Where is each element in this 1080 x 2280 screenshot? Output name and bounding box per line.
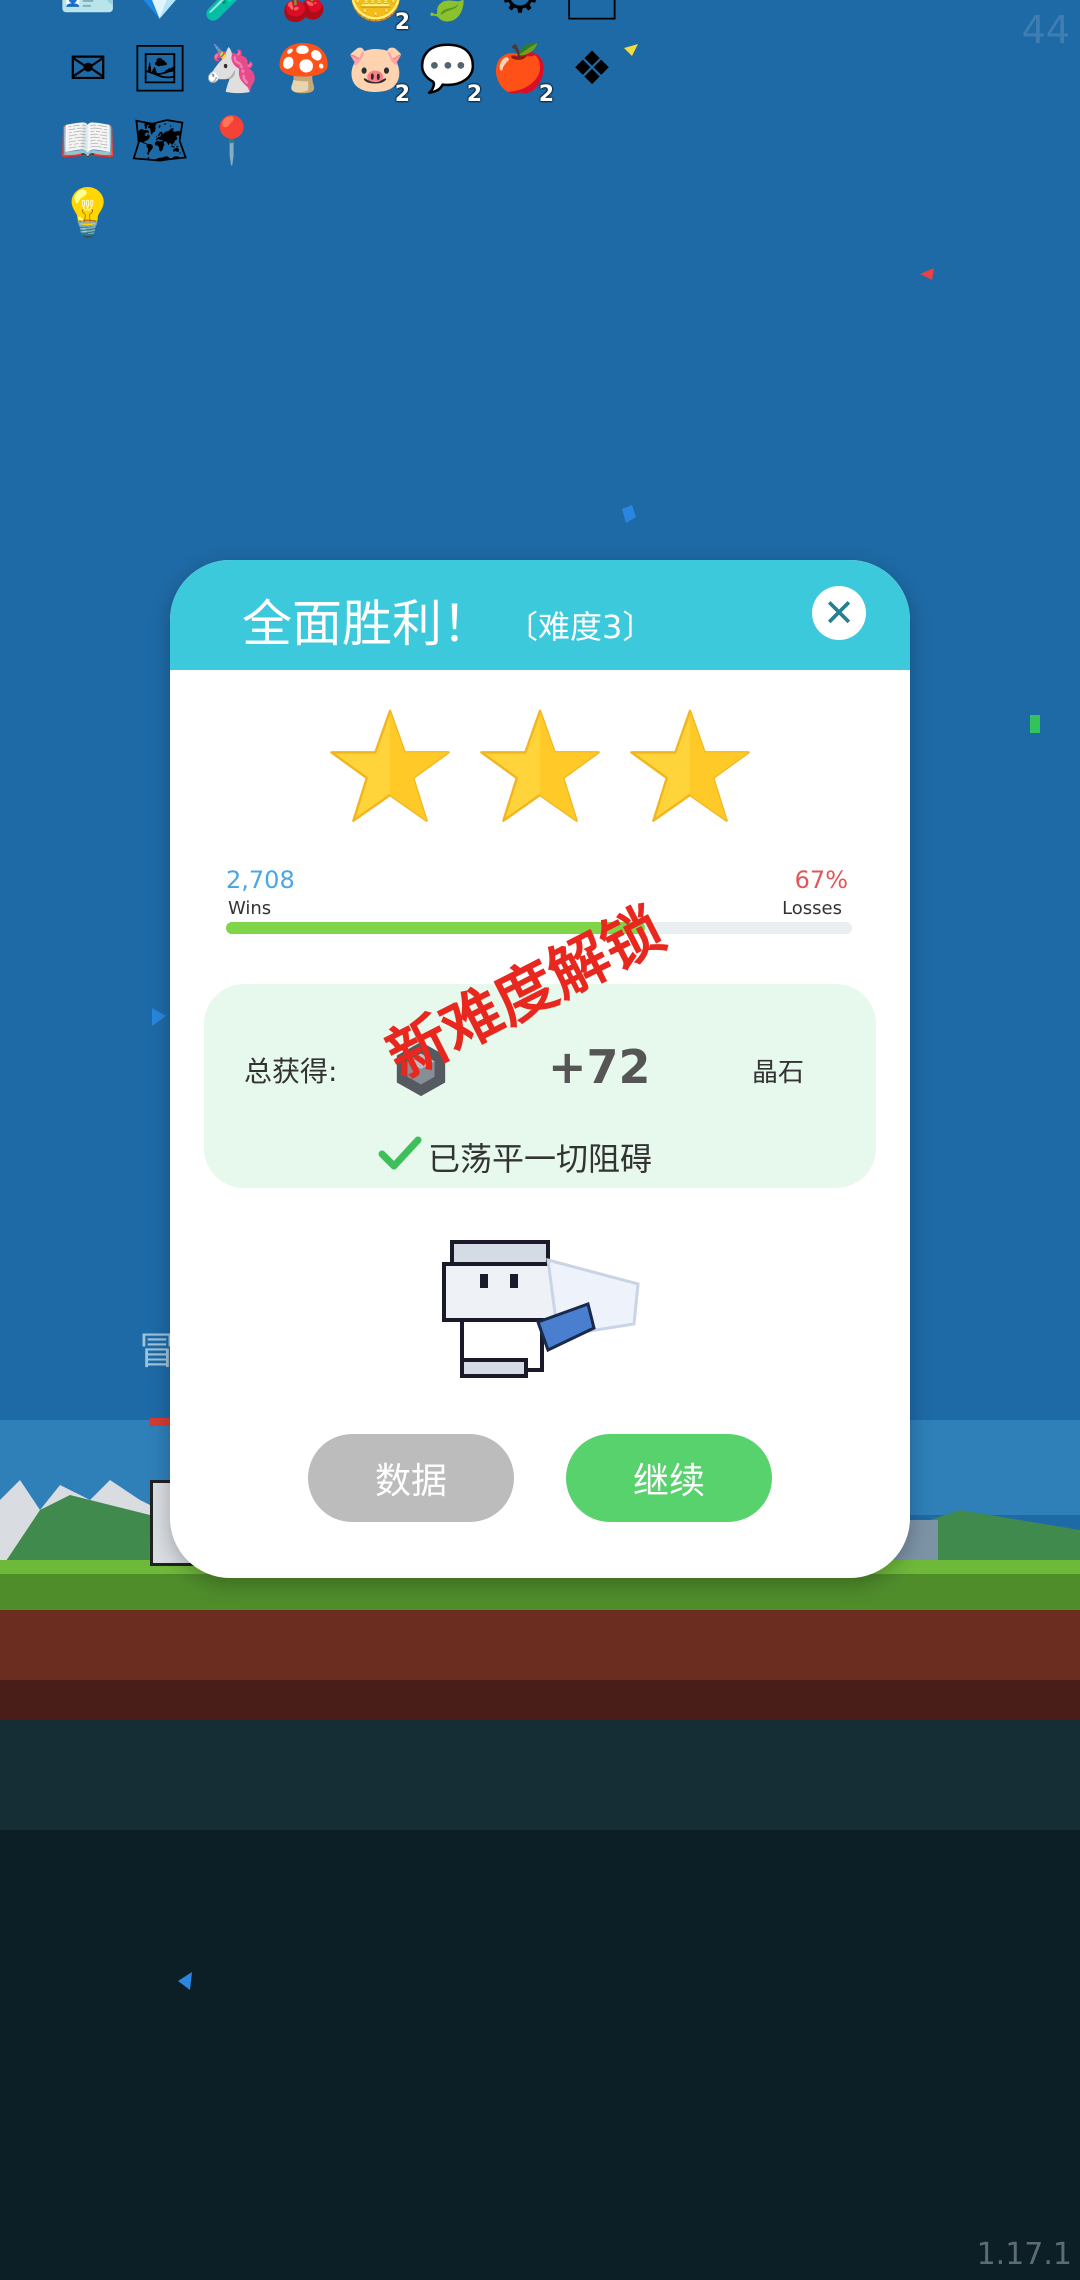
close-button[interactable]: ✕: [812, 586, 866, 640]
dialog-title: 全面胜利！: [242, 595, 492, 653]
ground-dirt-dark: [0, 1680, 1080, 1720]
stats-button[interactable]: 数据: [308, 1434, 514, 1522]
underground-band: [0, 1720, 1080, 1830]
dialog-header: 全面胜利！ 〔难度3〕 ✕: [170, 560, 910, 670]
item-count: 2: [394, 82, 410, 107]
photo-card-icon[interactable]: 🖼: [131, 38, 189, 98]
unicorn-icon[interactable]: 🦄: [203, 38, 260, 98]
inventory-row: ✉ 🖼 🦄 🍄 🐷 2 💬 2 🍎 2 ❖: [60, 38, 660, 106]
confetti-piece: [624, 44, 638, 56]
coin-icon[interactable]: 🪙2: [347, 0, 410, 34]
heart-gem-icon[interactable]: 💎: [131, 0, 188, 26]
card-icon[interactable]: 🗂: [563, 0, 621, 26]
confetti-piece: [152, 1008, 166, 1026]
confetti-piece: [178, 1972, 192, 1990]
continue-button[interactable]: 继续: [566, 1434, 772, 1522]
mushroom-icon[interactable]: 🍄: [275, 38, 332, 98]
red-item-icon[interactable]: 🍒: [275, 0, 332, 26]
victory-dialog: 全面胜利！ 〔难度3〕 ✕ 2,708 Wins 67% Losses 总获得:: [170, 560, 910, 1578]
id-card-icon[interactable]: 🪪: [59, 0, 116, 26]
chat-bubble-icon[interactable]: 💬 2: [419, 38, 482, 106]
pig-icon[interactable]: 🐷 2: [347, 38, 410, 106]
version-label: 1.17.1: [976, 2237, 1072, 2272]
reward-amount: +72: [548, 1040, 651, 1094]
gear-item-icon[interactable]: ⚙: [492, 0, 548, 26]
wins-label: Wins: [228, 898, 272, 919]
lightbulb-frame-icon[interactable]: 💡: [59, 182, 116, 242]
location-pin-icon[interactable]: 📍: [203, 110, 260, 170]
cleared-message: 已荡平一切阻碍: [428, 1140, 653, 1178]
losses-value: 67%: [794, 866, 848, 894]
mail-icon[interactable]: ✉: [60, 38, 116, 98]
inventory-row: 🪪 💎 🧪 🍒 🪙2 🍃 ⚙ 🗂: [59, 0, 660, 34]
star-icon: [480, 709, 600, 822]
difficulty-label: 〔难度3〕: [506, 608, 655, 646]
confetti-piece: [622, 505, 636, 523]
winged-pet-sprite: [442, 1240, 640, 1378]
confetti-piece: [920, 268, 934, 280]
close-icon: ✕: [823, 591, 855, 635]
check-icon: [378, 1136, 422, 1170]
potion-icon[interactable]: 🧪: [203, 0, 260, 26]
losses-label: Losses: [782, 898, 842, 919]
item-count: 2: [466, 82, 482, 107]
wins-value: 2,708: [226, 866, 295, 894]
recipe-book-icon[interactable]: 📖: [59, 110, 116, 170]
inventory-row: 💡: [59, 182, 660, 242]
reward-label: 总获得:: [244, 1055, 338, 1088]
confetti-piece: [1030, 715, 1040, 733]
item-count: 2: [538, 82, 554, 107]
star-icon: [630, 709, 750, 822]
inventory-row: 📖 🗺 📍: [59, 110, 660, 170]
corner-counter: 44: [1021, 8, 1070, 52]
inventory-grid: 🪪 💎 🧪 🍒 🪙2 🍃 ⚙ 🗂 ✉ 🖼 🦄 🍄 🐷2 💬2 🍎2 ❖ 📖 🗺 …: [59, 0, 660, 254]
star-rating: [170, 708, 910, 826]
item-count: 2: [394, 10, 410, 35]
reward-unit: 晶石: [752, 1058, 805, 1088]
molecule-icon[interactable]: ❖: [564, 38, 620, 98]
map-pencil-icon[interactable]: 🗺: [131, 110, 189, 170]
star-icon: [330, 709, 450, 822]
leaf-item-icon[interactable]: 🍃: [419, 0, 476, 26]
apple-icon[interactable]: 🍎 2: [491, 38, 554, 106]
